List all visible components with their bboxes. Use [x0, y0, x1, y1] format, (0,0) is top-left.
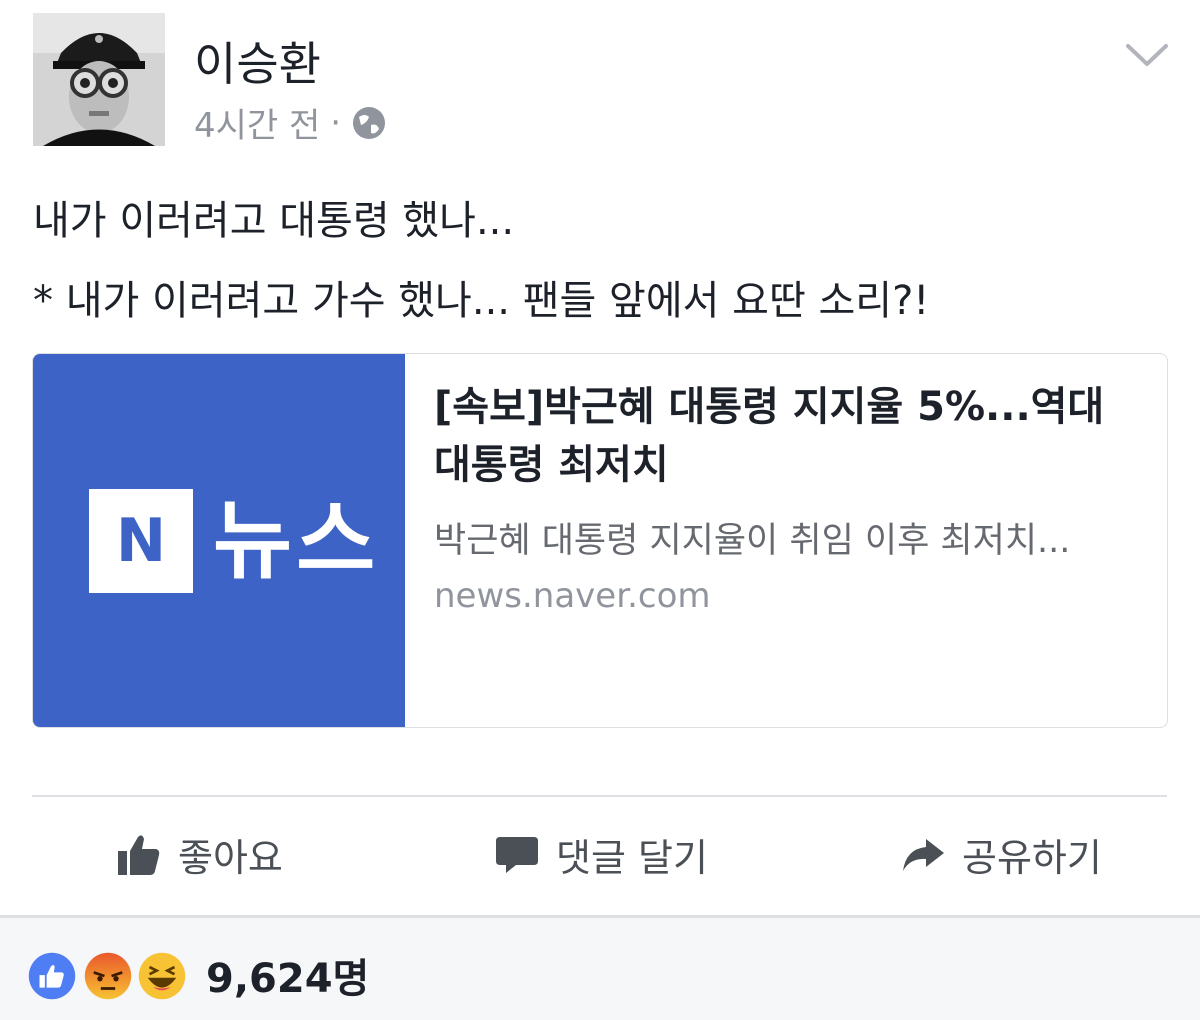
- reaction-icons[interactable]: [24, 948, 190, 1004]
- like-button[interactable]: 좋아요: [116, 826, 283, 882]
- comment-label: 댓글 달기: [556, 835, 708, 880]
- reactions-bar[interactable]: 9,624명: [0, 915, 1200, 1020]
- globe-icon: [353, 106, 386, 139]
- naver-n-logo: N: [89, 489, 193, 593]
- reaction-count[interactable]: 9,624명: [206, 946, 369, 1004]
- author-name[interactable]: 이승환: [194, 28, 321, 94]
- share-button[interactable]: 공유하기: [900, 826, 1102, 882]
- haha-reaction-icon: [134, 948, 190, 1004]
- chevron-down-icon[interactable]: [1122, 36, 1172, 76]
- like-reaction-icon: [24, 948, 80, 1004]
- link-description: 박근혜 대통령 지지율이 취임 이후 최저치...: [434, 521, 1071, 561]
- comment-button[interactable]: 댓글 달기: [494, 826, 708, 882]
- angry-reaction-icon: [80, 948, 136, 1004]
- link-domain: news.naver.com: [434, 576, 711, 616]
- thumbs-up-icon: [118, 835, 160, 875]
- comment-icon: [496, 837, 538, 873]
- avatar-photo: [33, 13, 165, 146]
- share-label: 공유하기: [962, 835, 1102, 880]
- post-meta: 4시간 전 ·: [194, 98, 387, 147]
- meta-separator: ·: [330, 102, 342, 143]
- post-text-line-2: * 내가 이러려고 가수 했나... 팬들 앞에서 요딴 소리?!: [33, 278, 930, 324]
- share-arrow-icon: [903, 839, 944, 871]
- post-text-line-1: 내가 이러려고 대통령 했나...: [33, 198, 515, 244]
- action-divider: [32, 795, 1167, 797]
- link-title: [속보]박근혜 대통령 지지율 5%...역대 대통령 최저치: [434, 384, 1105, 488]
- post-time[interactable]: 4시간 전: [194, 98, 320, 147]
- link-thumbnail: N 뉴스: [33, 354, 405, 727]
- link-preview-card[interactable]: N 뉴스 [속보]박근혜 대통령 지지율 5%...역대 대통령 최저치 박근혜…: [32, 353, 1168, 728]
- author-avatar[interactable]: [33, 13, 165, 146]
- news-logo-text: 뉴스: [213, 491, 380, 591]
- like-label: 좋아요: [178, 835, 283, 880]
